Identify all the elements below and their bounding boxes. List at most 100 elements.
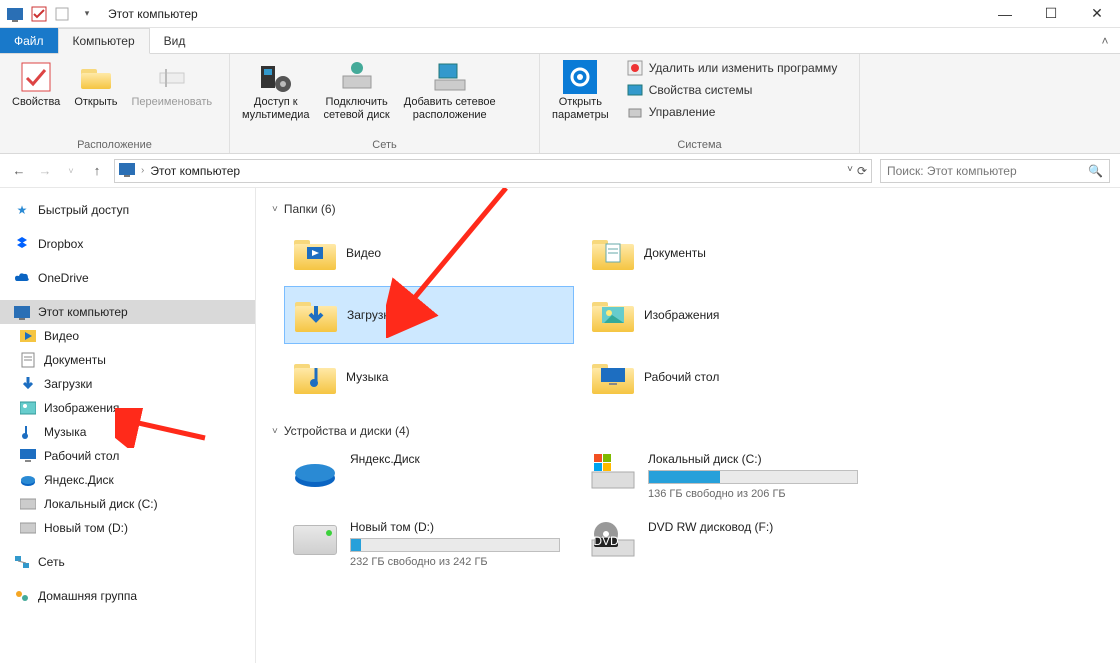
- sidebar-item-desktop[interactable]: Рабочий стол: [0, 444, 255, 468]
- breadcrumb-sep-icon[interactable]: ›: [141, 165, 144, 176]
- drive-label: Яндекс.Диск: [350, 452, 420, 466]
- sidebar-item-label: Яндекс.Диск: [44, 473, 114, 487]
- folder-documents[interactable]: Документы: [582, 224, 872, 282]
- section-header-folders[interactable]: ˅ Папки (6): [272, 202, 1104, 216]
- manage-button[interactable]: Управление: [627, 104, 838, 120]
- folder-downloads[interactable]: Загрузки: [284, 286, 574, 344]
- sidebar: ★ Быстрый доступ Dropbox OneDrive Этот к…: [0, 188, 256, 663]
- sidebar-item-quick-access[interactable]: ★ Быстрый доступ: [0, 198, 255, 222]
- close-button[interactable]: ✕: [1074, 0, 1120, 28]
- content-pane: ˅ Папки (6) Видео Документы Загрузки Изо…: [256, 188, 1120, 663]
- uninstall-programs-button[interactable]: Удалить или изменить программу: [627, 60, 838, 76]
- downloads-folder-icon: [295, 294, 337, 336]
- sidebar-item-label: Dropbox: [38, 237, 83, 251]
- sidebar-item-pictures[interactable]: Изображения: [0, 396, 255, 420]
- minimize-button[interactable]: —: [982, 0, 1028, 28]
- chevron-down-icon: ˅: [272, 426, 278, 437]
- system-properties-button[interactable]: Свойства системы: [627, 82, 838, 98]
- back-button[interactable]: ←: [10, 162, 28, 180]
- add-network-location-button[interactable]: Добавить сетевое расположение: [400, 58, 500, 124]
- sidebar-item-homegroup[interactable]: Домашняя группа: [0, 584, 255, 608]
- sidebar-item-this-pc[interactable]: Этот компьютер: [0, 300, 255, 324]
- sidebar-item-yandex-disk[interactable]: Яндекс.Диск: [0, 468, 255, 492]
- new-folder-qat-icon[interactable]: [54, 5, 72, 23]
- sidebar-item-label: Этот компьютер: [38, 305, 128, 319]
- refresh-icon[interactable]: ⟳: [857, 164, 867, 178]
- rename-button: Переименовать: [128, 58, 217, 111]
- sidebar-item-documents[interactable]: Документы: [0, 348, 255, 372]
- folder-pictures[interactable]: Изображения: [582, 286, 872, 344]
- uninstall-icon: [627, 60, 643, 76]
- map-drive-button[interactable]: Подключить сетевой диск: [320, 58, 394, 124]
- dvd-drive-icon: DVD: [590, 520, 636, 560]
- drive-d[interactable]: Новый том (D:) 232 ГБ свободно из 242 ГБ: [284, 514, 574, 578]
- sidebar-item-local-disk-c[interactable]: Локальный диск (C:): [0, 492, 255, 516]
- drive-free: 136 ГБ свободно из 206 ГБ: [648, 488, 858, 500]
- breadcrumb-root[interactable]: Этот компьютер: [150, 164, 240, 178]
- properties-button[interactable]: Свойства: [8, 58, 64, 111]
- folder-desktop[interactable]: Рабочий стол: [582, 348, 872, 406]
- recent-dropdown-icon[interactable]: ˅: [62, 162, 80, 180]
- drive-label: Новый том (D:): [350, 520, 560, 534]
- homegroup-icon: [14, 588, 30, 604]
- sidebar-item-label: Сеть: [38, 555, 65, 569]
- sidebar-item-onedrive[interactable]: OneDrive: [0, 266, 255, 290]
- sidebar-item-videos[interactable]: Видео: [0, 324, 255, 348]
- folders-grid: Видео Документы Загрузки Изображения Муз…: [284, 224, 1104, 406]
- folder-videos[interactable]: Видео: [284, 224, 574, 282]
- download-arrow-icon: [20, 376, 36, 392]
- properties-qat-icon[interactable]: [30, 5, 48, 23]
- media-access-button[interactable]: Доступ к мультимедиа: [238, 58, 314, 124]
- up-button[interactable]: ↑: [88, 162, 106, 180]
- documents-icon: [20, 352, 36, 368]
- hdd-icon: [20, 520, 36, 536]
- view-tab[interactable]: Вид: [150, 28, 201, 53]
- sidebar-item-music[interactable]: Музыка: [0, 420, 255, 444]
- sidebar-item-dropbox[interactable]: Dropbox: [0, 232, 255, 256]
- sidebar-item-new-volume-d[interactable]: Новый том (D:): [0, 516, 255, 540]
- item-label: Видео: [346, 246, 381, 260]
- sidebar-item-label: Изображения: [44, 401, 119, 415]
- sidebar-item-downloads[interactable]: Загрузки: [0, 372, 255, 396]
- sidebar-item-label: OneDrive: [38, 271, 89, 285]
- hdd-windows-icon: [590, 452, 636, 492]
- star-icon: ★: [14, 202, 30, 218]
- manage-icon: [627, 104, 643, 120]
- maximize-button[interactable]: ☐: [1028, 0, 1074, 28]
- computer-tab[interactable]: Компьютер: [58, 28, 150, 54]
- pictures-icon: [20, 400, 36, 416]
- music-folder-icon: [294, 356, 336, 398]
- drive-c[interactable]: Локальный диск (C:) 136 ГБ свободно из 2…: [582, 446, 892, 510]
- search-placeholder: Поиск: Этот компьютер: [887, 164, 1088, 178]
- search-box[interactable]: Поиск: Этот компьютер 🔍: [880, 159, 1110, 183]
- window-controls: — ☐ ✕: [982, 0, 1120, 28]
- dropbox-icon: [14, 236, 30, 252]
- group-caption-network: Сеть: [238, 137, 531, 151]
- collapse-ribbon-icon[interactable]: ˄: [1090, 28, 1120, 53]
- item-label: Музыка: [346, 370, 388, 384]
- search-icon: 🔍: [1088, 164, 1103, 178]
- yandex-disk-icon: [292, 452, 338, 492]
- address-bar[interactable]: › Этот компьютер ˅ ⟳: [114, 159, 872, 183]
- open-settings-button[interactable]: Открыть параметры: [548, 58, 613, 124]
- ribbon-group-location: Свойства Открыть Переименовать Расположе…: [0, 54, 230, 153]
- network-icon: [14, 554, 30, 570]
- sidebar-item-label: Документы: [44, 353, 106, 367]
- videos-folder-icon: [294, 232, 336, 274]
- drive-yandex[interactable]: Яндекс.Диск: [284, 446, 574, 510]
- section-header-drives[interactable]: ˅ Устройства и диски (4): [272, 424, 1104, 438]
- body: ★ Быстрый доступ Dropbox OneDrive Этот к…: [0, 188, 1120, 663]
- file-tab[interactable]: Файл: [0, 28, 58, 53]
- address-dropdown-icon[interactable]: ˅: [847, 164, 853, 178]
- folder-music[interactable]: Музыка: [284, 348, 574, 406]
- open-button[interactable]: Открыть: [70, 58, 121, 111]
- sidebar-item-network[interactable]: Сеть: [0, 550, 255, 574]
- ribbon-group-system: Открыть параметры Удалить или изменить п…: [540, 54, 860, 153]
- group-caption-system: Система: [548, 137, 851, 151]
- hdd-icon: [292, 520, 338, 560]
- group-caption-location: Расположение: [8, 137, 221, 151]
- qat-dropdown-icon[interactable]: ▾: [78, 5, 96, 23]
- monitor-icon: [14, 304, 30, 320]
- drive-label: DVD RW дисковод (F:): [648, 520, 773, 534]
- drive-dvd[interactable]: DVD DVD RW дисковод (F:): [582, 514, 892, 578]
